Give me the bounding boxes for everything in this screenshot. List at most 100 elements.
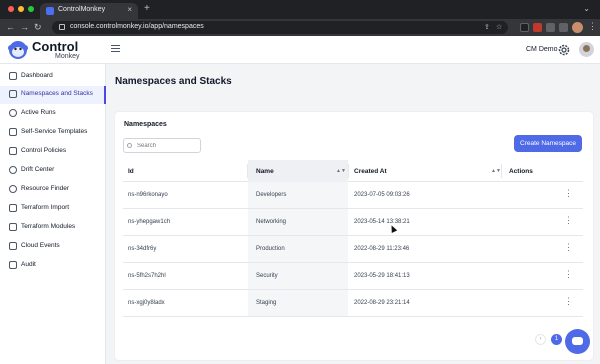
sidebar-item-cloud-events[interactable]: Cloud Events — [0, 238, 106, 256]
grid-icon — [9, 90, 17, 98]
cell-name: Developers — [256, 192, 287, 198]
sort-icon[interactable]: ▲▼ — [491, 168, 501, 174]
close-window-button[interactable] — [8, 6, 14, 12]
cell-id: ns-34dfr6y — [128, 246, 157, 252]
row-actions-kebab-icon[interactable]: ⋮ — [564, 243, 573, 252]
cell-created-at: 2022-08-29 23:21:14 — [354, 300, 410, 306]
brand-subname: Monkey — [55, 53, 80, 60]
profile-avatar[interactable] — [572, 22, 583, 33]
search-icon — [9, 185, 17, 193]
search-icon — [127, 143, 132, 148]
user-avatar[interactable] — [579, 42, 594, 57]
sidebar-item-label: Control Policies — [21, 147, 67, 154]
table-row[interactable]: ns-yhepgaw1ch Networking 2023-05-14 13:3… — [123, 209, 583, 236]
sidebar-item-active-runs[interactable]: Active Runs — [0, 105, 106, 123]
sidebar-item-namespaces-and-stacks[interactable]: Namespaces and Stacks — [0, 86, 106, 104]
drift-icon — [9, 166, 17, 174]
sidebar-item-terraform-modules[interactable]: Terraform Modules — [0, 219, 106, 237]
sidebar-item-label: Drift Center — [21, 166, 55, 173]
column-header-name[interactable]: Name — [256, 168, 274, 175]
sidebar-item-label: Terraform Modules — [21, 223, 76, 230]
controlmonkey-favicon-icon — [46, 7, 54, 15]
sidebar-item-label: Audit — [21, 261, 36, 268]
browser-toolbar: ← → ↻ console.controlmonkey.io/app/names… — [0, 19, 600, 36]
back-button[interactable]: ← — [6, 22, 15, 32]
collapse-sidebar-icon[interactable] — [111, 45, 120, 54]
table-row[interactable]: ns-5fh2s7h2hl Security 2023-05-29 18:41:… — [123, 263, 583, 290]
sidebar-item-label: Active Runs — [21, 109, 56, 116]
forward-button[interactable]: → — [20, 22, 29, 32]
new-tab-button[interactable]: + — [144, 4, 150, 14]
browser-menu-icon[interactable]: ⋮ — [588, 21, 597, 32]
sidebar-item-dashboard[interactable]: Dashboard — [0, 68, 106, 86]
cell-id: ns-yhepgaw1ch — [128, 219, 171, 225]
table-row[interactable]: ns-34dfr6y Production 2022-08-29 11:23:4… — [123, 236, 583, 263]
sort-icon[interactable]: ▲▼ — [336, 168, 346, 174]
sidebar-item-resource-finder[interactable]: Resource Finder — [0, 181, 106, 199]
row-actions-kebab-icon[interactable]: ⋮ — [564, 216, 573, 225]
sidebar: Dashboard Namespaces and Stacks Active R… — [0, 64, 106, 364]
user-name: CM Demo — [526, 46, 558, 53]
column-divider — [247, 164, 248, 178]
column-divider — [348, 164, 349, 178]
cell-id: ns-xgj0y8ladx — [128, 300, 165, 306]
row-actions-kebab-icon[interactable]: ⋮ — [564, 189, 573, 198]
table-row[interactable]: ns-n96rkonayo Developers 2023-07-05 09:0… — [123, 182, 583, 209]
cell-created-at: 2023-05-14 13:38:21 — [354, 219, 410, 225]
cell-created-at: 2022-08-29 11:23:46 — [354, 246, 410, 252]
app: Control Monkey CM Demo Dashboard Namespa… — [0, 36, 600, 364]
card-title: Namespaces — [124, 121, 167, 128]
tab-title: ControlMonkey — [58, 6, 106, 13]
sidebar-item-self-service-templates[interactable]: Self-Service Templates — [0, 124, 106, 142]
maximize-window-button[interactable] — [28, 6, 34, 12]
sidebar-toggle-icon[interactable] — [559, 23, 568, 32]
sidebar-item-control-policies[interactable]: Control Policies — [0, 143, 106, 161]
pagination-prev-button[interactable]: ‹ — [535, 334, 546, 345]
cell-created-at: 2023-05-29 18:41:13 — [354, 273, 410, 279]
sidebar-item-label: Resource Finder — [21, 185, 70, 192]
bookmark-star-icon[interactable]: ☆ — [496, 23, 502, 31]
module-icon — [9, 223, 17, 231]
column-header-created-at[interactable]: Created At — [354, 168, 387, 175]
minimize-window-button[interactable] — [18, 6, 24, 12]
create-namespace-button[interactable]: Create Namespace — [514, 135, 582, 152]
namespaces-card: Namespaces Create Namespace Id Name ▲▼ C… — [115, 112, 593, 360]
gear-icon[interactable] — [557, 43, 571, 57]
table-row[interactable]: ns-xgj0y8ladx Staging 2022-08-29 23:21:1… — [123, 290, 583, 317]
table-header: Id Name ▲▼ Created At ▲▼ Actions — [123, 160, 583, 182]
url-text: console.controlmonkey.io/app/namespaces — [70, 23, 204, 30]
chat-support-icon[interactable] — [565, 329, 590, 354]
reload-button[interactable]: ↻ — [34, 22, 42, 32]
extension-1-icon[interactable] — [520, 23, 529, 32]
cell-name: Production — [256, 246, 285, 252]
page-title: Namespaces and Stacks — [115, 76, 232, 87]
pagination-page-button[interactable]: 1 — [551, 334, 562, 345]
cell-name: Staging — [256, 300, 277, 306]
tab-close-icon[interactable]: × — [127, 5, 132, 14]
search-input[interactable] — [123, 138, 201, 153]
address-bar[interactable]: console.controlmonkey.io/app/namespaces … — [52, 21, 508, 34]
row-actions-kebab-icon[interactable]: ⋮ — [564, 297, 573, 306]
cell-id: ns-5fh2s7h2hl — [128, 273, 166, 279]
cloud-icon — [9, 242, 17, 250]
sidebar-item-label: Dashboard — [21, 72, 53, 79]
column-header-id[interactable]: Id — [128, 168, 134, 175]
sidebar-item-label: Cloud Events — [21, 242, 60, 249]
sidebar-item-label: Namespaces and Stacks — [21, 90, 93, 97]
share-icon[interactable]: ⇪ — [484, 23, 490, 31]
cell-id: ns-n96rkonayo — [128, 192, 168, 198]
sidebar-item-terraform-import[interactable]: Terraform Import — [0, 200, 106, 218]
sidebar-item-label: Self-Service Templates — [21, 128, 88, 135]
sidebar-item-audit[interactable]: Audit — [0, 257, 106, 275]
extensions-puzzle-icon[interactable] — [546, 23, 555, 32]
extension-2-icon[interactable] — [533, 23, 542, 32]
row-actions-kebab-icon[interactable]: ⋮ — [564, 270, 573, 279]
lock-icon — [59, 24, 65, 30]
tab-search-chevron-icon[interactable]: ⌄ — [583, 4, 590, 13]
audit-icon — [9, 261, 17, 269]
sidebar-item-drift-center[interactable]: Drift Center — [0, 162, 106, 180]
browser-tab[interactable]: ControlMonkey × — [40, 3, 138, 19]
policy-icon — [9, 147, 17, 155]
cell-name: Security — [256, 273, 278, 279]
sidebar-item-label: Terraform Import — [21, 204, 70, 211]
